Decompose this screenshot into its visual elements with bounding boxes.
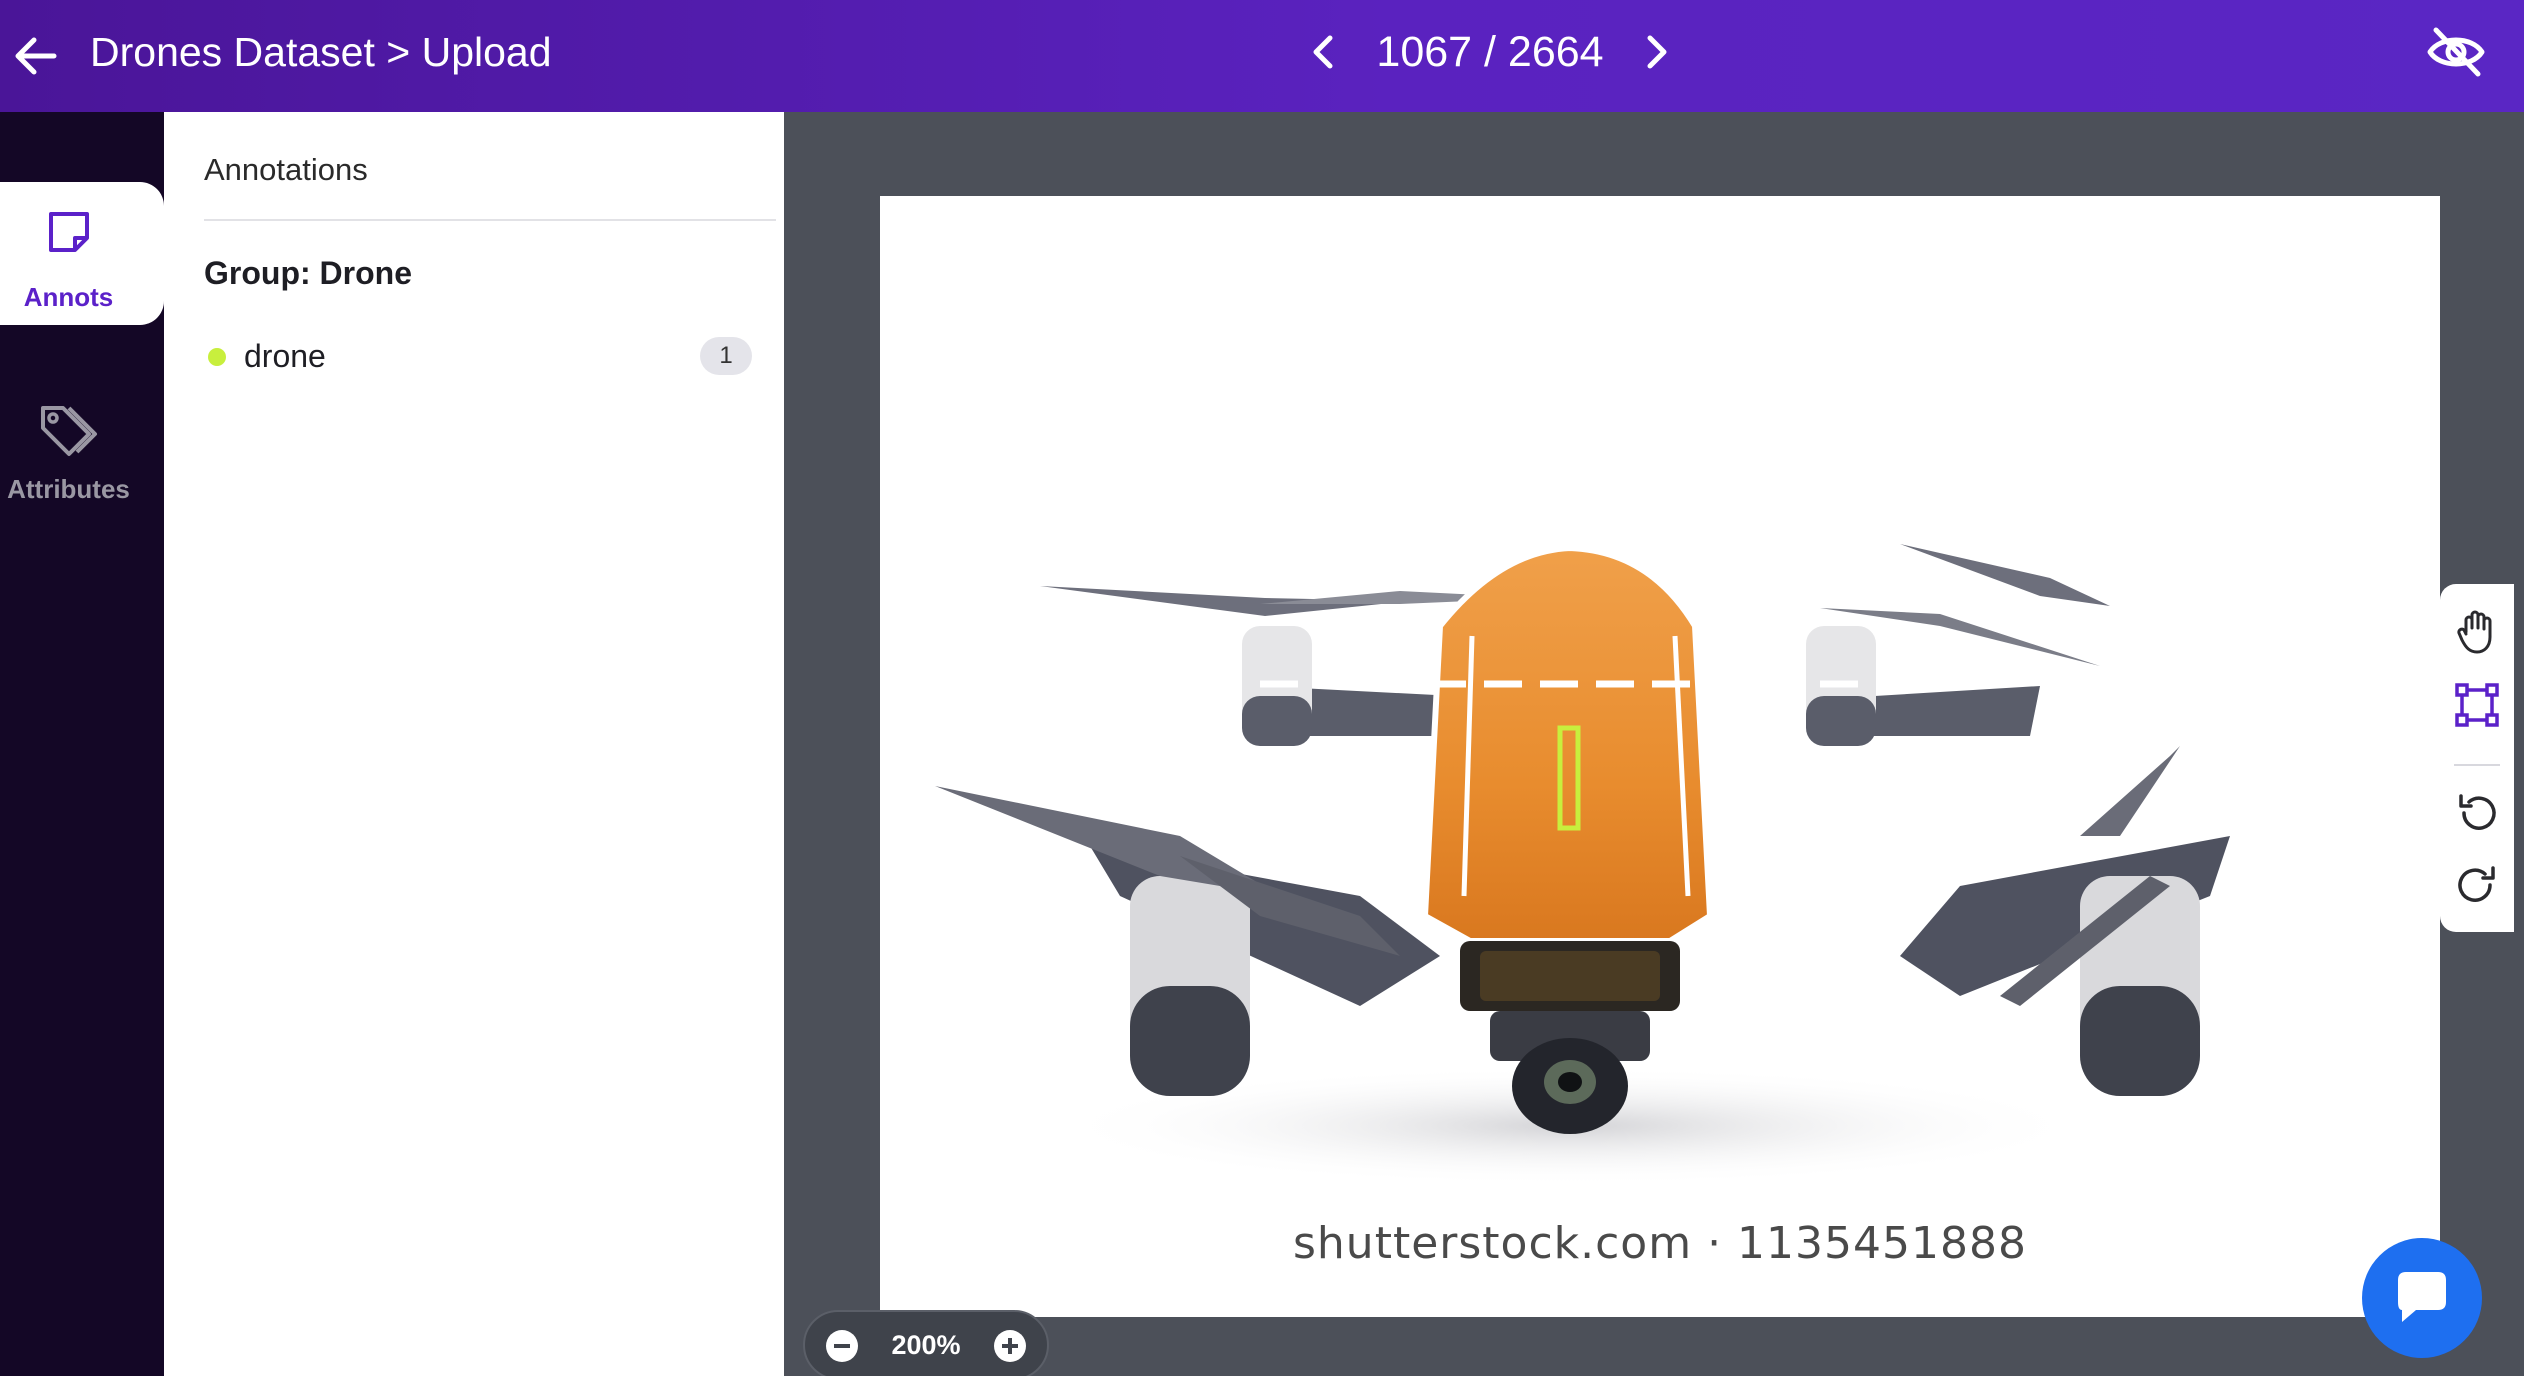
previous-image-button[interactable] (1300, 22, 1348, 82)
back-button[interactable] (6, 26, 66, 86)
image-frame[interactable]: shutterstock.com · 1135451888 (880, 196, 2440, 1317)
chevron-left-icon (1313, 35, 1333, 69)
nav-item-annots[interactable]: Annots (0, 182, 164, 325)
undo-icon (2459, 794, 2496, 830)
left-nav: Annots Attributes (0, 112, 164, 1376)
tool-separator (2454, 764, 2500, 766)
annotations-panel: Annotations Group: Drone drone 1 (164, 112, 784, 1376)
hand-icon (2457, 610, 2492, 654)
redo-icon (2458, 866, 2495, 902)
drone-image (935, 544, 2230, 1186)
class-count-badge: 1 (700, 337, 752, 375)
zoom-level: 200% (891, 1330, 961, 1360)
zoom-control: 200% (803, 1310, 1049, 1376)
page-title: Drones Dataset > Upload (90, 29, 552, 75)
toggle-visibility-button[interactable] (2422, 20, 2490, 84)
nav-item-annots-label: Annots (23, 282, 114, 312)
chat-bubble-icon (2398, 1272, 2446, 1322)
arrow-left-icon (15, 37, 57, 75)
plus-circle-icon (994, 1330, 1026, 1362)
group-title: Group: Drone (204, 255, 412, 291)
undo-button[interactable] (2452, 788, 2502, 838)
annotation-canvas[interactable]: shutterstock.com · 1135451888 200% (784, 112, 2524, 1376)
sticky-note-icon (0, 208, 137, 261)
top-bar: Drones Dataset > Upload 1067 / 2664 (0, 0, 2524, 112)
redo-button[interactable] (2452, 860, 2502, 910)
zoom-out-button[interactable] (825, 1329, 859, 1363)
image-pager: 1067 / 2664 (1300, 22, 1680, 82)
bounding-box-tool-button[interactable] (2452, 680, 2502, 730)
panel-title: Annotations (204, 152, 368, 187)
next-image-button[interactable] (1632, 22, 1680, 82)
chevron-right-icon (1647, 35, 1667, 69)
chat-button[interactable] (2362, 1238, 2482, 1358)
nav-item-attributes-label: Attributes (7, 474, 130, 504)
eye-slash-icon (2427, 27, 2485, 77)
tool-palette (2440, 584, 2514, 932)
tags-icon (0, 402, 137, 463)
zoom-in-button[interactable] (993, 1329, 1027, 1363)
class-item-drone[interactable]: drone 1 (204, 332, 752, 382)
page-counter: 1067 / 2664 (1376, 28, 1604, 76)
panel-divider (204, 219, 776, 221)
minus-circle-icon (826, 1330, 858, 1362)
image-watermark: shutterstock.com · 1135451888 (1293, 1218, 2027, 1269)
bounding-box-icon (2455, 683, 2499, 727)
class-color-dot (208, 348, 226, 366)
pan-tool-button[interactable] (2452, 606, 2502, 656)
nav-item-attributes[interactable]: Attributes (0, 382, 164, 522)
class-name: drone (244, 338, 326, 374)
